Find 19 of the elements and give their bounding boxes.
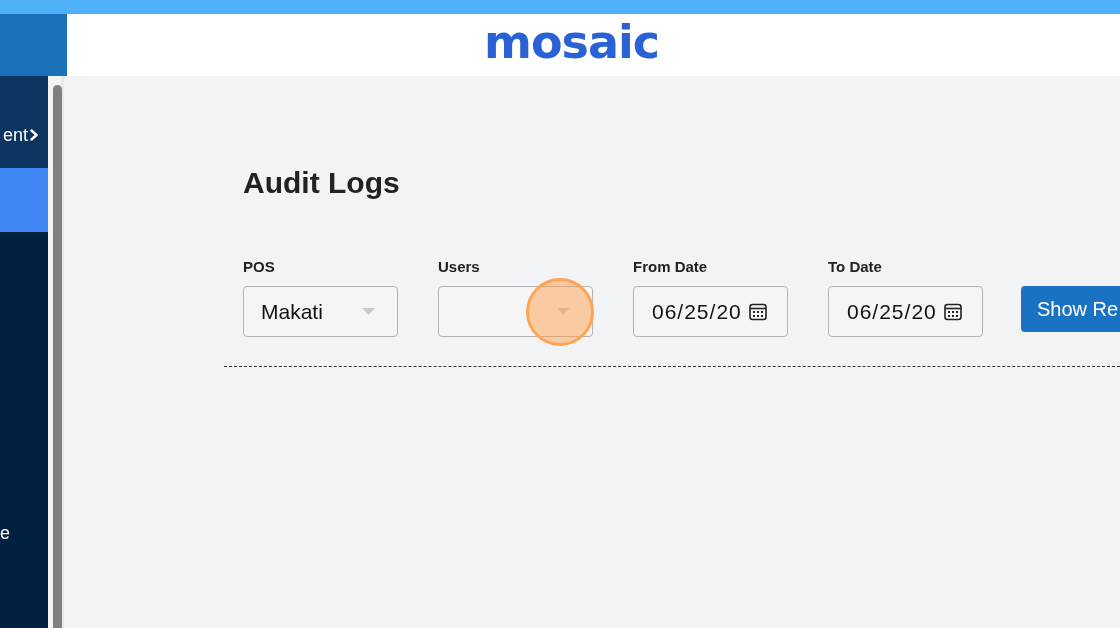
- field-label: To Date: [828, 258, 882, 276]
- field-label: Users: [438, 258, 480, 276]
- calendar-icon: [749, 302, 767, 321]
- sidebar-header: [0, 14, 67, 76]
- field-label: From Date: [633, 258, 708, 276]
- select-field[interactable]: Makati: [243, 286, 398, 337]
- date-field[interactable]: 06/25/20: [633, 286, 788, 337]
- show-report-button[interactable]: Show Re: [1021, 286, 1120, 332]
- caret-icon: [362, 308, 375, 315]
- field-label: POS: [243, 258, 275, 276]
- sidebar-item[interactable]: ent: [0, 76, 48, 168]
- chevron-right-icon: [30, 129, 38, 141]
- calendar-icon: [944, 302, 962, 321]
- date-field[interactable]: 06/25/20: [828, 286, 983, 337]
- logo[interactable]: mosaic: [484, 19, 659, 71]
- page-title: Audit Logs: [243, 165, 400, 201]
- sidebar-item[interactable]: [0, 168, 48, 232]
- scrollbar-thumb[interactable]: [53, 85, 62, 628]
- scrollbar[interactable]: [48, 76, 64, 628]
